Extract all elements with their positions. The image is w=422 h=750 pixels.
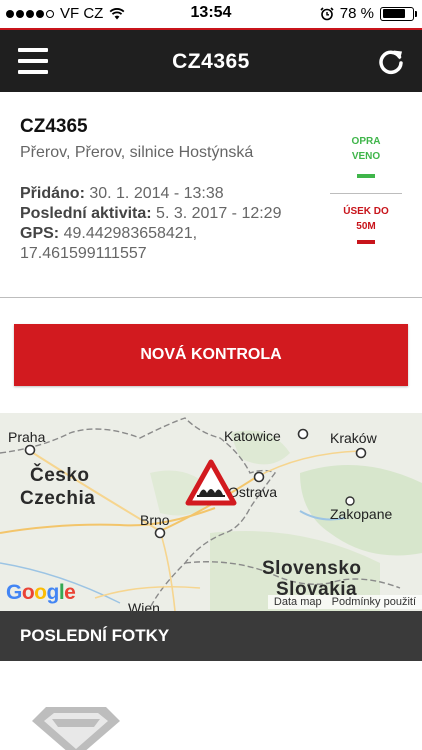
location-meta: Přidáno: 30. 1. 2014 - 13:38 Poslední ak… — [20, 184, 320, 264]
map-country-cz-en: Czechia — [20, 488, 96, 509]
battery-icon — [380, 6, 417, 21]
google-logo: Google — [6, 581, 76, 604]
map-city-praha: Praha — [8, 429, 46, 445]
map-data-label[interactable]: Data map — [274, 596, 322, 608]
map-country-sk-local: Slovensko — [262, 558, 362, 579]
warning-triangle-bumpy-road-icon[interactable] — [185, 459, 237, 507]
battery-percent: 78 % — [339, 5, 374, 22]
map-city-katowice: Katowice — [224, 428, 281, 444]
status-divider — [330, 193, 402, 194]
recent-photos-header: POSLEDNÍ FOTKY — [0, 611, 422, 661]
status-section: ÚSEK DO 50M — [343, 206, 389, 232]
map-city-brno: Brno — [140, 512, 170, 528]
status-section-bar — [357, 240, 375, 244]
added-value: 30. 1. 2014 - 13:38 — [89, 185, 224, 202]
status-fixed: OPRA VENO — [351, 136, 381, 162]
map-city-krakow: Kraków — [330, 430, 377, 446]
battery-level — [382, 9, 406, 18]
refresh-icon[interactable] — [376, 46, 406, 76]
status-indicators: OPRA VENO ÚSEK DO 50M — [330, 134, 402, 244]
map-country-cz-local: Česko — [30, 465, 90, 486]
last-activity-label: Poslední aktivita: — [20, 205, 152, 222]
map-city-wien: Wien — [128, 600, 160, 611]
gps-label: GPS: — [20, 225, 60, 242]
map-terms-link[interactable]: Podmínky použití — [332, 596, 416, 608]
location-address: Přerov, Přerov, silnice Hostýnská — [20, 144, 254, 161]
photo-placeholder-icon[interactable] — [28, 703, 124, 750]
status-fixed-bar — [357, 174, 375, 178]
menu-button[interactable] — [18, 48, 48, 74]
page-title: CZ4365 — [172, 50, 250, 73]
nav-bar: CZ4365 — [0, 30, 422, 92]
location-info-card: CZ4365 Přerov, Přerov, silnice Hostýnská… — [0, 92, 422, 298]
menu-icon — [18, 48, 48, 52]
last-activity-value: 5. 3. 2017 - 12:29 — [156, 205, 282, 222]
alarm-icon — [320, 6, 334, 20]
new-check-button[interactable]: NOVÁ KONTROLA — [14, 324, 408, 386]
map-city-zakopane: Zakopane — [330, 506, 393, 522]
map-view[interactable]: Praha Katowice Kraków Ostrava Brno Zakop… — [0, 413, 422, 611]
location-id: CZ4365 — [20, 116, 88, 137]
status-bar: VF CZ 13:54 78 % — [0, 0, 422, 28]
added-label: Přidáno: — [20, 185, 85, 202]
map-attribution: Data map Podmínky použití — [267, 595, 422, 609]
